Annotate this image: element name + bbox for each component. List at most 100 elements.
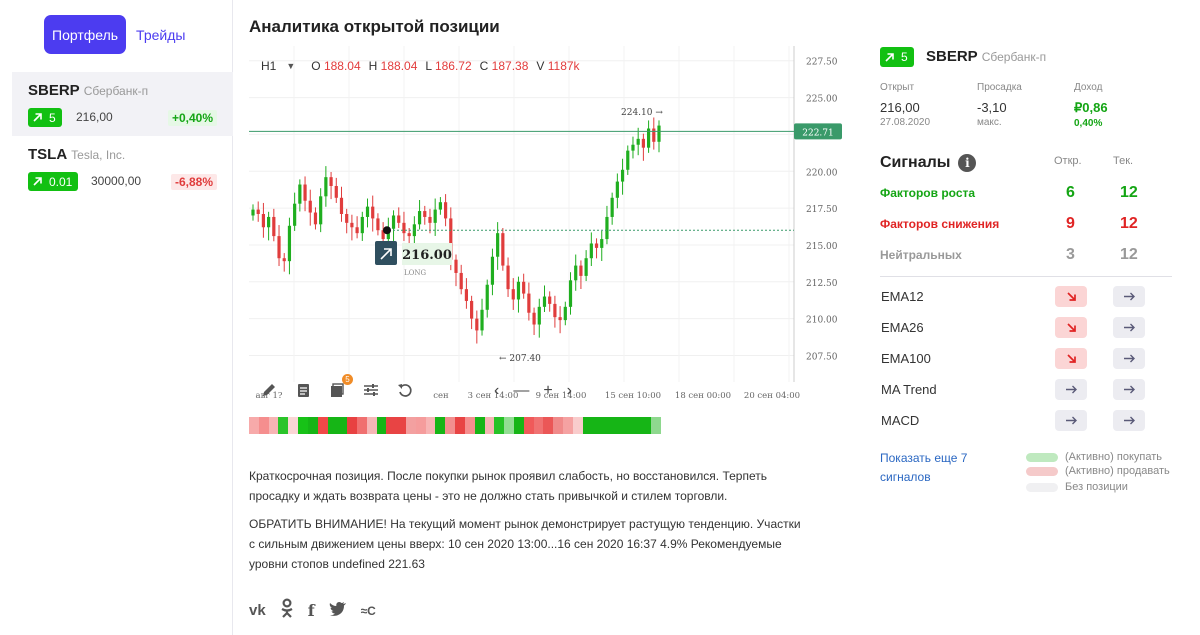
x-tick-label: сен: [433, 391, 449, 401]
arrow-right-icon[interactable]: [1113, 286, 1145, 307]
candle-body: [329, 177, 333, 186]
notes-icon[interactable]: [293, 380, 313, 400]
y-tick-label: 215.00: [806, 242, 838, 252]
heatmap-cell: [543, 417, 554, 434]
candle-body: [293, 203, 297, 226]
candle-body: [548, 296, 552, 304]
heatmap-cell: [366, 417, 377, 434]
vk-icon[interactable]: vk: [249, 602, 266, 619]
heatmap-cell: [484, 417, 495, 434]
undo-icon[interactable]: [395, 380, 415, 400]
legend-swatch: [1026, 466, 1058, 476]
ohlc-close: 187.38: [491, 59, 529, 73]
arrow-down-right-icon[interactable]: [1055, 348, 1087, 369]
chevron-left-icon[interactable]: ‹: [494, 382, 499, 400]
candle-body: [527, 293, 531, 313]
rc-icon[interactable]: ≈C: [361, 604, 376, 618]
heatmap-cell: [258, 417, 269, 434]
pencil-icon[interactable]: [259, 380, 279, 400]
arrow-down-right-icon[interactable]: [1055, 286, 1087, 307]
candle-body: [516, 281, 521, 300]
legend-sell: (Активно) продавать: [1026, 465, 1170, 477]
arrow-right-icon[interactable]: [1113, 410, 1145, 431]
position-item-tsla[interactable]: TSLA Tesla, Inc. 0.01 30000,00 -6,88%: [12, 136, 233, 200]
chart-toolbar: 5: [259, 374, 415, 400]
legend-buy: (Активно) покупать: [1026, 451, 1162, 463]
min-price-label: ← 207.40: [499, 354, 541, 364]
candle-body: [626, 150, 630, 170]
chevron-right-icon[interactable]: ›: [567, 382, 572, 400]
arrow-right-icon[interactable]: [1113, 348, 1145, 369]
arrow-right-icon[interactable]: [1055, 379, 1087, 400]
heatmap-cell: [406, 417, 416, 434]
position-price: 216,00: [76, 110, 113, 124]
arrow-right-icon[interactable]: [1113, 317, 1145, 338]
candle-body: [345, 214, 349, 223]
interval-select[interactable]: H1 ▼: [261, 59, 295, 73]
description-paragraph: Краткосрочная позиция. После покупки рын…: [249, 469, 767, 503]
tab-trades[interactable]: Трейды: [136, 27, 185, 43]
indicator-row: EMA100: [880, 348, 1172, 370]
zoom-in-icon[interactable]: +: [543, 382, 552, 400]
arrow-right-icon[interactable]: [1055, 410, 1087, 431]
indicator-row: EMA12: [880, 286, 1172, 308]
heatmap-cell: [504, 417, 514, 434]
signal-group-decline: Факторов снижения 9 12: [880, 215, 1138, 232]
heatmap-cell: [563, 417, 573, 434]
heatmap-cell: [356, 417, 367, 434]
arrow-up-right-icon: [33, 113, 42, 122]
heatmap-cell: [317, 417, 328, 434]
candle-body: [319, 196, 323, 225]
candle-body: [459, 272, 463, 290]
candle-body: [272, 216, 276, 237]
arrow-up-right-icon: [885, 52, 894, 62]
zoom-out-icon[interactable]: —: [513, 382, 529, 400]
stat-opened: Открыт 216,00 27.08.2020: [880, 82, 931, 128]
candle-body: [355, 227, 359, 234]
layers-icon[interactable]: 5: [327, 374, 353, 400]
heatmap-cell: [572, 417, 583, 434]
position-name: Сбербанк-п: [981, 50, 1047, 64]
candle-body: [558, 317, 562, 321]
candle-body: [277, 236, 281, 259]
info-icon[interactable]: i: [958, 154, 977, 172]
candle-body: [605, 216, 609, 240]
y-tick-label: 220.00: [806, 168, 838, 178]
ohlc-high: 188.04: [380, 59, 418, 73]
candle-body: [652, 128, 656, 142]
heatmap-cell: [327, 417, 338, 434]
legend-swatch: [1026, 482, 1058, 492]
notification-count: 5: [342, 374, 353, 385]
settings-sliders-icon[interactable]: [361, 380, 381, 400]
candle-body: [360, 216, 364, 234]
candle-body: [308, 200, 312, 213]
show-more-signals-link[interactable]: Показать еще 7 сигналов: [880, 449, 1000, 487]
candle-body: [574, 265, 578, 281]
ohlc-volume: 1187k: [547, 59, 580, 73]
heatmap-cell: [278, 417, 289, 434]
twitter-icon[interactable]: [329, 601, 347, 621]
arrow-right-icon[interactable]: [1113, 379, 1145, 400]
candle-body: [267, 216, 271, 228]
heatmap-cell: [612, 417, 622, 434]
heatmap-cell: [464, 417, 475, 434]
candle-body: [407, 233, 411, 237]
tab-portfolio[interactable]: Портфель: [44, 15, 127, 54]
y-tick-label: 210.00: [806, 316, 838, 326]
indicator-row: MACD: [880, 410, 1172, 432]
candle-body: [428, 216, 432, 223]
candle-body: [313, 212, 318, 225]
candle-body: [339, 197, 344, 214]
candlestick-chart[interactable]: 227.50225.00222.50220.00217.50215.00212.…: [249, 46, 849, 408]
current-price-label: 222.71: [802, 128, 834, 138]
position-item-sberp[interactable]: SBERP Сбербанк-п 5 216,00 +0,40%: [12, 72, 233, 136]
facebook-icon[interactable]: f: [308, 601, 315, 620]
ok-icon[interactable]: [280, 598, 294, 623]
indicator-name: EMA100: [881, 351, 931, 366]
y-tick-label: 227.50: [806, 58, 838, 68]
signal-group-neutral: Нейтральных 3 12: [880, 246, 1138, 263]
signals-heading: Сигналы i: [880, 154, 977, 172]
arrow-down-right-icon[interactable]: [1055, 317, 1087, 338]
price-chart[interactable]: 227.50225.00222.50220.00217.50215.00212.…: [249, 46, 849, 408]
candle-body: [391, 215, 396, 229]
